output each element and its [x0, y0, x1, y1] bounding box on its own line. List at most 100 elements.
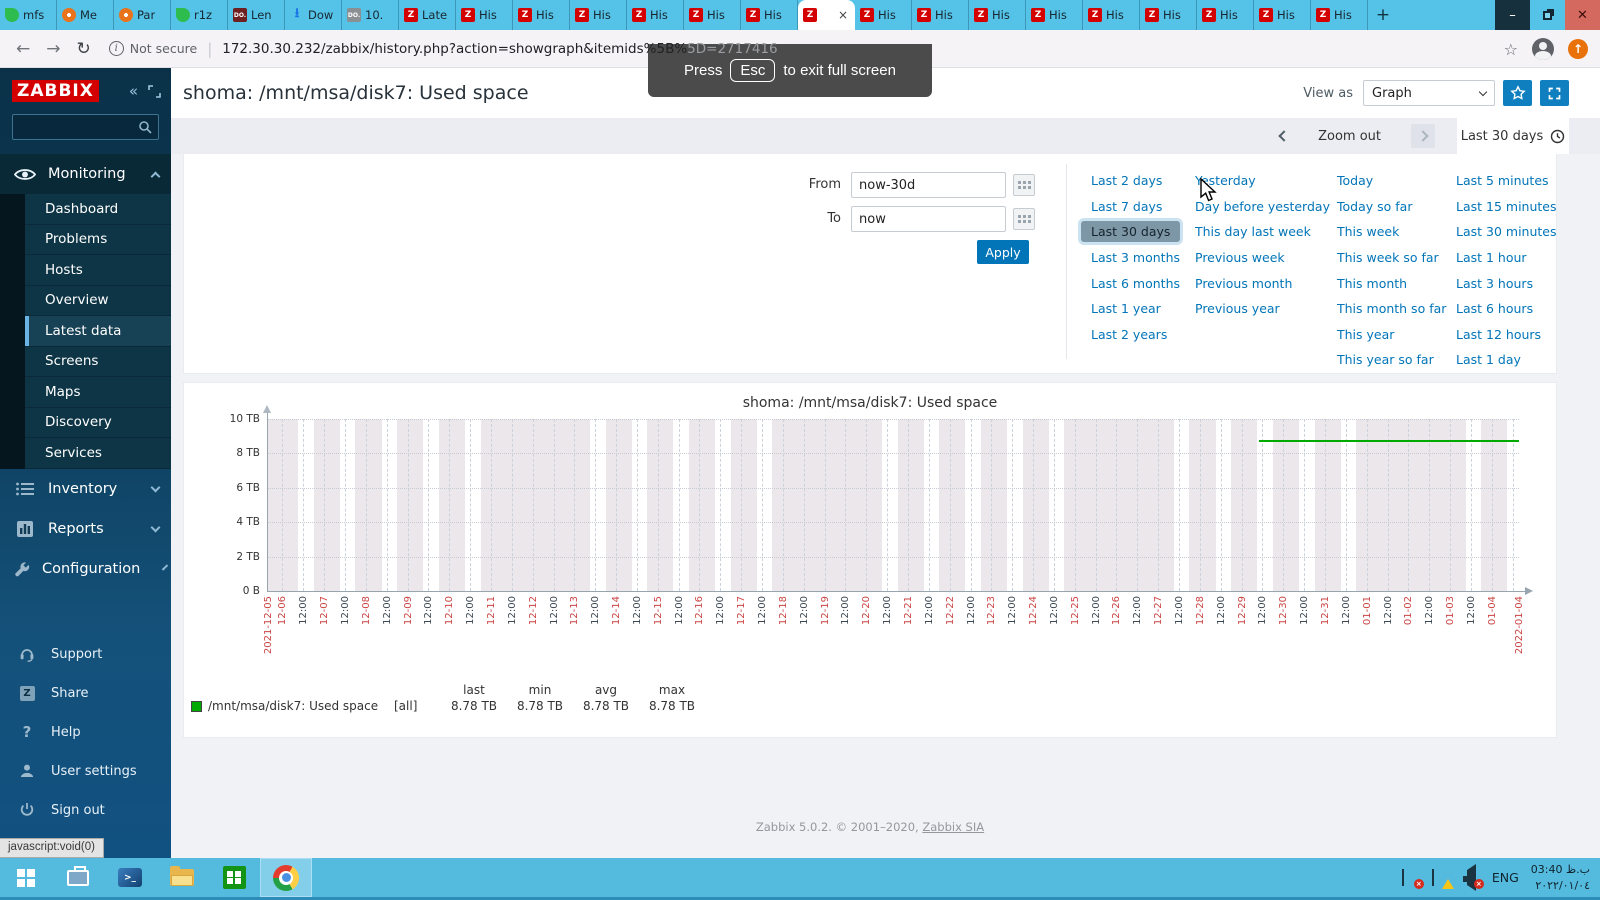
- quick-range-this-month[interactable]: This month: [1337, 270, 1446, 296]
- quick-range-this-week[interactable]: This week: [1337, 219, 1446, 245]
- quick-range-last-15-minutes[interactable]: Last 15 minutes: [1456, 194, 1557, 220]
- browser-tab[interactable]: mfs: [0, 0, 57, 30]
- quick-range-last-12-hours[interactable]: Last 12 hours: [1456, 322, 1557, 348]
- browser-tab[interactable]: Z His: [1311, 0, 1368, 30]
- minimize-button[interactable]: –: [1495, 0, 1530, 30]
- sidebar-item-latest-data[interactable]: Latest data: [25, 316, 171, 347]
- browser-tab[interactable]: Z His: [1026, 0, 1083, 30]
- taskbar-file-explorer[interactable]: [156, 858, 208, 897]
- favorite-button[interactable]: [1503, 80, 1532, 106]
- sidebar-search[interactable]: [12, 114, 159, 140]
- chart-panel[interactable]: shoma: /mnt/msa/disk7: Used space 10 TB 8…: [183, 382, 1557, 738]
- browser-tab[interactable]: Z His: [570, 0, 627, 30]
- quick-range-last-3-months[interactable]: Last 3 months: [1091, 245, 1180, 271]
- sidebar-section-inventory[interactable]: Inventory: [0, 469, 171, 509]
- sidebar-item-sign-out[interactable]: Sign out: [0, 791, 171, 830]
- profile-avatar[interactable]: [1532, 38, 1554, 60]
- browser-tab[interactable]: Z His: [1197, 0, 1254, 30]
- browser-tab[interactable]: r1z: [171, 0, 228, 30]
- apply-button[interactable]: Apply: [977, 240, 1029, 264]
- to-input[interactable]: [851, 206, 1006, 232]
- new-tab-button[interactable]: +: [1368, 0, 1398, 30]
- quick-range-last-2-days[interactable]: Last 2 days: [1091, 168, 1180, 194]
- quick-range-last-6-months[interactable]: Last 6 months: [1091, 270, 1180, 296]
- close-window-button[interactable]: ✕: [1565, 0, 1600, 30]
- zabbix-sia-link[interactable]: Zabbix SIA: [922, 820, 984, 834]
- sidebar-item-maps[interactable]: Maps: [25, 377, 171, 408]
- tab-close-icon[interactable]: ×: [836, 8, 850, 22]
- quick-range-this-week-so-far[interactable]: This week so far: [1337, 245, 1446, 271]
- reload-icon[interactable]: ↻: [77, 39, 91, 59]
- sidebar-item-help[interactable]: ? Help: [0, 713, 171, 752]
- view-as-select[interactable]: Graph: [1363, 80, 1495, 106]
- sidebar-section-monitoring[interactable]: Monitoring: [0, 154, 171, 194]
- browser-tab[interactable]: Z His: [1083, 0, 1140, 30]
- sidebar-item-discovery[interactable]: Discovery: [25, 407, 171, 438]
- browser-tab[interactable]: Z His: [627, 0, 684, 30]
- sidebar-item-problems[interactable]: Problems: [25, 224, 171, 255]
- taskbar-store[interactable]: [208, 858, 260, 897]
- browser-tab[interactable]: Z His: [1140, 0, 1197, 30]
- browser-tab[interactable]: Z His: [969, 0, 1026, 30]
- browser-tab[interactable]: Z Late: [399, 0, 456, 30]
- quick-range-last-2-years[interactable]: Last 2 years: [1091, 322, 1180, 348]
- taskbar-server-manager[interactable]: [52, 858, 104, 897]
- search-input[interactable]: [19, 120, 138, 134]
- zabbix-logo[interactable]: ZABBIX: [12, 80, 99, 102]
- site-security[interactable]: i Not secure: [108, 41, 197, 56]
- sidebar-expand-icon[interactable]: [148, 84, 161, 98]
- quick-range-this-year-so-far[interactable]: This year so far: [1337, 347, 1446, 373]
- quick-range-last-1-day[interactable]: Last 1 day: [1456, 347, 1557, 373]
- from-input[interactable]: [851, 172, 1006, 198]
- browser-tab[interactable]: Z His: [912, 0, 969, 30]
- sidebar-section-reports[interactable]: Reports: [0, 509, 171, 549]
- back-icon[interactable]: ←: [16, 39, 30, 59]
- browser-tab[interactable]: Z His: [456, 0, 513, 30]
- quick-range-last-30-days[interactable]: Last 30 days: [1081, 219, 1181, 245]
- quick-range-today[interactable]: Today: [1337, 168, 1446, 194]
- sidebar-item-share[interactable]: Z Share: [0, 674, 171, 713]
- browser-tab[interactable]: Z His: [1254, 0, 1311, 30]
- quick-range-last-6-hours[interactable]: Last 6 hours: [1456, 296, 1557, 322]
- sidebar-collapse-icon[interactable]: «: [129, 82, 138, 100]
- kiosk-mode-button[interactable]: [1540, 80, 1569, 106]
- quick-range-last-5-minutes[interactable]: Last 5 minutes: [1456, 168, 1557, 194]
- quick-range-last-7-days[interactable]: Last 7 days: [1091, 194, 1180, 220]
- quick-range-this-year[interactable]: This year: [1337, 322, 1446, 348]
- time-forward-button[interactable]: [1411, 124, 1435, 148]
- volume-muted-icon[interactable]: ×: [1462, 863, 1484, 891]
- browser-tab[interactable]: DO. 10.: [342, 0, 399, 30]
- bookmark-star-icon[interactable]: ☆: [1504, 40, 1518, 59]
- quick-range-last-3-hours[interactable]: Last 3 hours: [1456, 270, 1557, 296]
- browser-tab[interactable]: Z His: [684, 0, 741, 30]
- sidebar-item-hosts[interactable]: Hosts: [25, 255, 171, 286]
- taskbar-clock[interactable]: 03:40 ب.ظ ٢٠٢٢/٠١/٠٤: [1531, 862, 1590, 894]
- browser-tab[interactable]: Z His: [741, 0, 798, 30]
- sidebar-item-services[interactable]: Services: [25, 438, 171, 469]
- quick-range-this-day-last-week[interactable]: This day last week: [1195, 219, 1330, 245]
- browser-tab[interactable]: Z His: [855, 0, 912, 30]
- from-calendar-button[interactable]: [1013, 174, 1035, 196]
- forward-icon[interactable]: →: [46, 39, 60, 59]
- sidebar-item-overview[interactable]: Overview: [25, 285, 171, 316]
- taskbar-chrome[interactable]: [260, 858, 312, 897]
- browser-tab[interactable]: Me: [57, 0, 114, 30]
- sidebar-section-configuration[interactable]: Configuration: [0, 549, 171, 589]
- quick-range-last-1-year[interactable]: Last 1 year: [1091, 296, 1180, 322]
- action-center-flag-icon[interactable]: ×: [1401, 868, 1424, 889]
- quick-range-previous-week[interactable]: Previous week: [1195, 245, 1330, 271]
- quick-range-today-so-far[interactable]: Today so far: [1337, 194, 1446, 220]
- sidebar-item-user-settings[interactable]: User settings: [0, 752, 171, 791]
- browser-tab[interactable]: DO. Len: [228, 0, 285, 30]
- quick-range-last-1-hour[interactable]: Last 1 hour: [1456, 245, 1557, 271]
- to-calendar-button[interactable]: [1013, 208, 1035, 230]
- quick-range-previous-month[interactable]: Previous month: [1195, 270, 1330, 296]
- sidebar-item-dashboard[interactable]: Dashboard: [25, 194, 171, 225]
- browser-update-icon[interactable]: ↑: [1568, 39, 1588, 59]
- browser-tab[interactable]: ⭳ Dow: [285, 0, 342, 30]
- sidebar-item-screens[interactable]: Screens: [25, 346, 171, 377]
- restore-button[interactable]: [1530, 0, 1565, 30]
- start-button[interactable]: [0, 858, 52, 897]
- sidebar-item-support[interactable]: Support: [0, 635, 171, 674]
- browser-tab[interactable]: Par: [114, 0, 171, 30]
